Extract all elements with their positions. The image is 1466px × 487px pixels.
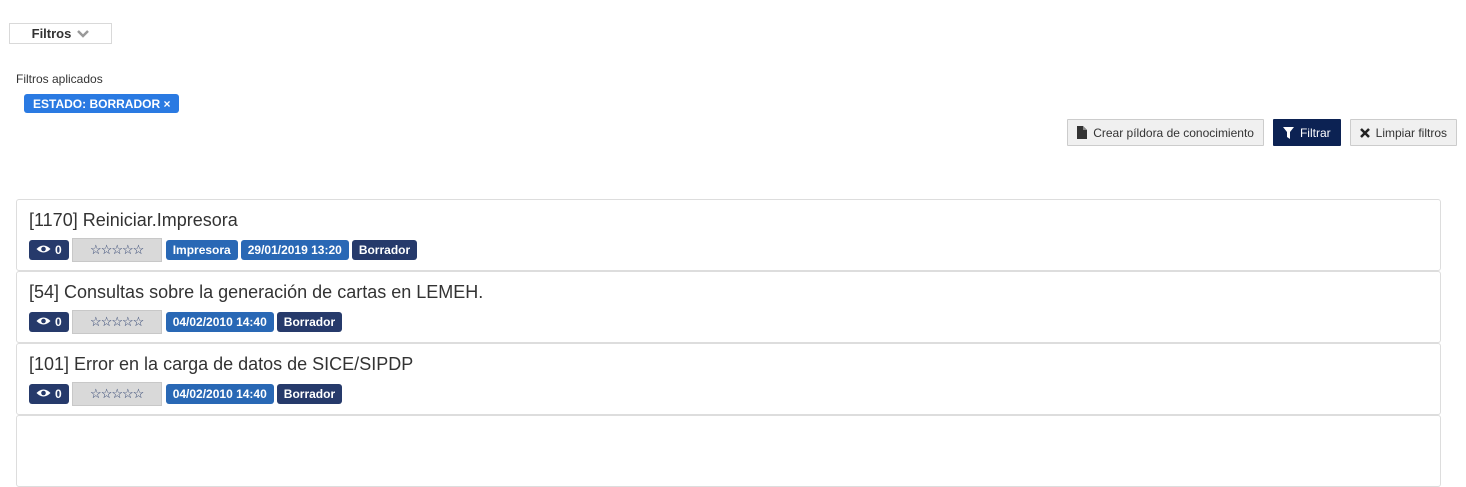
result-item[interactable]: [54] Consultas sobre la generación de ca… [16, 271, 1441, 343]
result-title[interactable]: [54] Consultas sobre la generación de ca… [29, 281, 1428, 303]
status-badge: Borrador [276, 384, 343, 404]
views-count: 0 [55, 315, 62, 329]
filter-label: Filtrar [1299, 125, 1331, 140]
filters-toggle-label: Filtros [31, 26, 72, 41]
clear-filters-label: Limpiar filtros [1375, 125, 1447, 140]
views-count: 0 [55, 387, 62, 401]
chevron-down-icon [77, 29, 90, 38]
eye-icon [36, 387, 51, 401]
date-badge: 04/02/2010 14:40 [165, 384, 274, 404]
status-badge: Borrador [276, 312, 343, 332]
views-badge: 0 [29, 240, 69, 260]
filters-toggle-button[interactable]: Filtros [9, 23, 112, 44]
result-badges: 0 ☆☆☆☆☆ 04/02/2010 14:40 Borrador [29, 310, 1428, 334]
funnel-icon [1282, 126, 1294, 139]
clear-filters-button[interactable]: Limpiar filtros [1349, 119, 1457, 146]
results-list: [1170] Reiniciar.Impresora 0 ☆☆☆☆☆ Impre… [16, 199, 1441, 487]
date-badge: 04/02/2010 14:40 [165, 312, 274, 332]
views-count: 0 [55, 243, 62, 257]
rating-stars[interactable]: ☆☆☆☆☆ [71, 238, 162, 262]
result-item[interactable] [16, 415, 1441, 487]
applied-filters-label: Filtros aplicados [16, 72, 103, 86]
file-icon [1077, 126, 1088, 139]
eye-icon [36, 315, 51, 329]
eye-icon [36, 243, 51, 257]
create-pill-button[interactable]: Crear píldora de conocimiento [1067, 119, 1264, 146]
date-badge: 29/01/2019 13:20 [240, 240, 349, 260]
filter-button[interactable]: Filtrar [1272, 119, 1341, 146]
rating-stars[interactable]: ☆☆☆☆☆ [71, 382, 162, 406]
result-badges: 0 ☆☆☆☆☆ 04/02/2010 14:40 Borrador [29, 382, 1428, 406]
category-badge: Impresora [165, 240, 238, 260]
times-icon [1359, 127, 1370, 138]
status-badge: Borrador [351, 240, 418, 260]
rating-stars[interactable]: ☆☆☆☆☆ [71, 310, 162, 334]
result-item[interactable]: [101] Error en la carga de datos de SICE… [16, 343, 1441, 415]
views-badge: 0 [29, 384, 69, 404]
views-badge: 0 [29, 312, 69, 332]
applied-filter-chip-estado[interactable]: ESTADO: BORRADOR × [24, 94, 180, 113]
result-title[interactable]: [101] Error en la carga de datos de SICE… [29, 353, 1428, 375]
result-badges: 0 ☆☆☆☆☆ Impresora 29/01/2019 13:20 Borra… [29, 238, 1428, 262]
action-toolbar: Crear píldora de conocimiento Filtrar Li… [1067, 119, 1457, 146]
create-pill-label: Crear píldora de conocimiento [1093, 125, 1254, 140]
result-title[interactable]: [1170] Reiniciar.Impresora [29, 209, 1428, 231]
result-item[interactable]: [1170] Reiniciar.Impresora 0 ☆☆☆☆☆ Impre… [16, 199, 1441, 271]
